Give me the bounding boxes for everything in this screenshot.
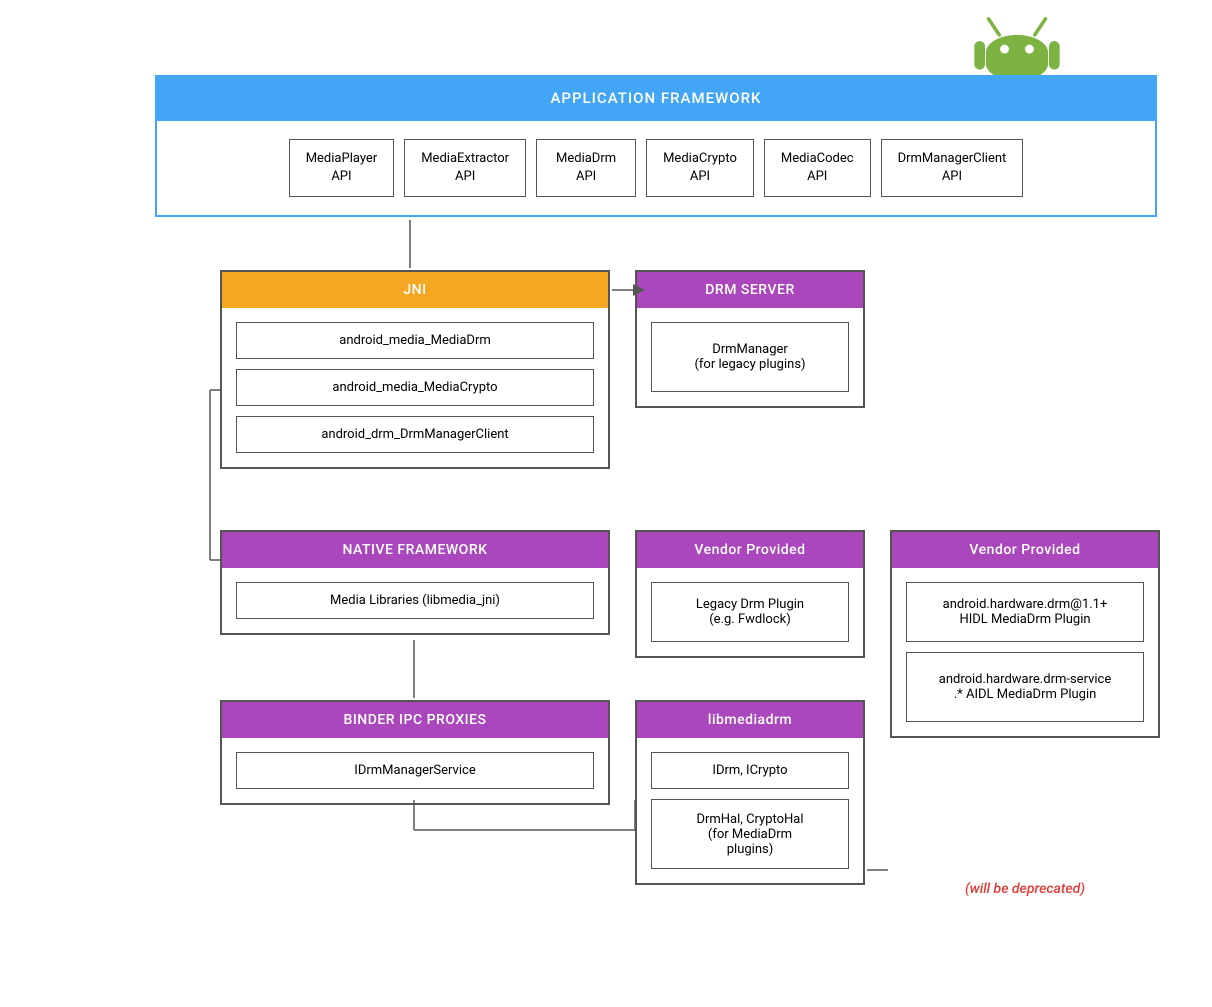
libmediadrm-item-1: IDrm, ICrypto [651,752,849,789]
jni-item-1: android_media_MediaDrm [236,322,594,359]
jni-section: JNI android_media_MediaDrm android_media… [220,270,610,469]
native-framework-item-1: Media Libraries (libmedia_jni) [236,582,594,619]
vendor-right-header: Vendor Provided [892,532,1158,568]
api-box-mediaextractor: MediaExtractorAPI [404,139,526,197]
vendor-right-section: Vendor Provided android.hardware.drm@1.1… [890,530,1160,738]
drm-server-header: DRM SERVER [637,272,863,308]
drm-server-item-1: DrmManager(for legacy plugins) [651,322,849,392]
android-logo [972,10,1052,80]
deprecated-text: (will be deprecated) [965,881,1085,897]
vendor-left-section: Vendor Provided Legacy Drm Plugin(e.g. F… [635,530,865,658]
native-framework-header: NATIVE FRAMEWORK [222,532,608,568]
api-box-mediadrm: MediaDrmAPI [536,139,636,197]
vendor-left-header: Vendor Provided [637,532,863,568]
app-framework-section: APPLICATION FRAMEWORK MediaPlayerAPI Med… [155,75,1157,217]
vendor-right-body: android.hardware.drm@1.1+HIDL MediaDrm P… [892,568,1158,736]
native-framework-body: Media Libraries (libmedia_jni) [222,568,608,633]
api-box-drmmanagerclient: DrmManagerClientAPI [881,139,1024,197]
api-box-mediaplayer: MediaPlayerAPI [289,139,395,197]
binder-ipc-body: IDrmManagerService [222,738,608,803]
libmediadrm-header: libmediadrm [637,702,863,738]
page-container: APPLICATION FRAMEWORK MediaPlayerAPI Med… [0,0,1212,1007]
jni-item-3: android_drm_DrmManagerClient [236,416,594,453]
drm-server-section: DRM SERVER DrmManager(for legacy plugins… [635,270,865,408]
vendor-right-item-2: android.hardware.drm-service.* AIDL Medi… [906,652,1144,722]
vendor-left-body: Legacy Drm Plugin(e.g. Fwdlock) [637,568,863,656]
app-framework-body: MediaPlayerAPI MediaExtractorAPI MediaDr… [155,121,1157,217]
binder-ipc-item-1: IDrmManagerService [236,752,594,789]
deprecated-note: (will be deprecated) [890,878,1160,897]
libmediadrm-body: IDrm, ICrypto DrmHal, CryptoHal(for Medi… [637,738,863,883]
jni-header: JNI [222,272,608,308]
vendor-left-item-1: Legacy Drm Plugin(e.g. Fwdlock) [651,582,849,642]
drm-server-body: DrmManager(for legacy plugins) [637,308,863,406]
api-box-mediacodec: MediaCodecAPI [764,139,871,197]
binder-ipc-section: BINDER IPC PROXIES IDrmManagerService [220,700,610,805]
app-framework-header: APPLICATION FRAMEWORK [155,75,1157,121]
jni-item-2: android_media_MediaCrypto [236,369,594,406]
api-box-mediacrypto: MediaCryptoAPI [646,139,754,197]
jni-body: android_media_MediaDrm android_media_Med… [222,308,608,467]
libmediadrm-item-2: DrmHal, CryptoHal(for MediaDrmplugins) [651,799,849,869]
vendor-right-item-1: android.hardware.drm@1.1+HIDL MediaDrm P… [906,582,1144,642]
native-framework-section: NATIVE FRAMEWORK Media Libraries (libmed… [220,530,610,635]
binder-ipc-header: BINDER IPC PROXIES [222,702,608,738]
libmediadrm-section: libmediadrm IDrm, ICrypto DrmHal, Crypto… [635,700,865,885]
